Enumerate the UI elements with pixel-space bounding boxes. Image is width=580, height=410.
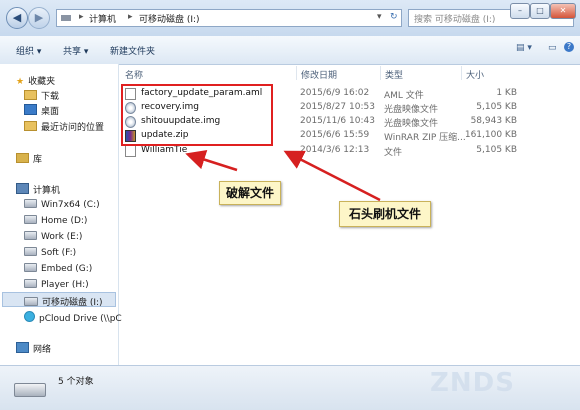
callout-crack-file: 破解文件 [219,181,281,205]
watermark-logo: ZNDS [430,368,515,398]
removable-drive-icon [14,383,46,397]
callout-text: 石头刷机文件 [348,207,421,221]
arrow-to-williamtie [185,150,238,172]
object-count: 5 个对象 [58,377,94,387]
callout-text: 破解文件 [225,186,274,200]
callout-shitou-flash-files: 石头刷机文件 [339,201,431,227]
annotation-arrows [185,150,381,202]
arrow-to-flash-files [283,150,381,202]
